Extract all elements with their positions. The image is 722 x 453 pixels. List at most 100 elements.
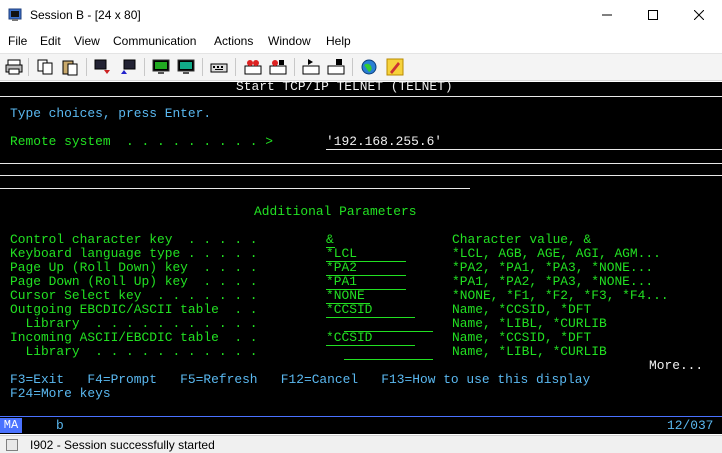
session-status-icon	[6, 439, 18, 451]
field-underline	[344, 359, 433, 360]
send-screen-icon	[94, 59, 110, 74]
macro-step-button[interactable]	[325, 56, 347, 78]
param-help: Character value, &	[452, 232, 592, 247]
send-button[interactable]	[92, 56, 114, 78]
receive-button[interactable]	[117, 56, 139, 78]
oia-mode-indicator: MA	[0, 418, 22, 433]
pencil-icon	[386, 58, 404, 76]
menu-communication[interactable]: Communication	[113, 34, 196, 48]
param-label: Library . . . . . . . . . . .	[10, 344, 258, 359]
param-help: Name, *CCSID, *DFT	[452, 330, 592, 345]
remote-system-underline	[326, 149, 722, 150]
macro-stop-button[interactable]	[267, 56, 289, 78]
menu-edit[interactable]: Edit	[40, 34, 61, 48]
edit-button[interactable]	[384, 56, 406, 78]
window-title: Session B - [24 x 80]	[30, 8, 141, 22]
remote-system-line-2	[0, 163, 722, 164]
param-value[interactable]: *LCL	[326, 247, 357, 261]
param-label: Control character key . . . . .	[10, 232, 258, 247]
globe-icon	[361, 59, 377, 75]
play-icon	[302, 59, 320, 75]
field-underline	[326, 345, 415, 346]
display-2-button[interactable]	[175, 56, 197, 78]
more-indicator: More...	[649, 358, 704, 373]
close-icon	[694, 10, 704, 20]
param-help: *LCL, AGB, AGE, AGI, AGM...	[452, 246, 661, 261]
monitor-icon	[177, 59, 195, 74]
screen-title: Start TCP/IP TELNET (TELNET)	[236, 79, 453, 94]
param-label: Cursor Select key . . . . . . .	[10, 288, 258, 303]
toolbar-separator	[235, 58, 236, 76]
toolbar-separator	[144, 58, 145, 76]
copy-button[interactable]	[34, 56, 56, 78]
section-title: Additional Parameters	[254, 204, 417, 219]
param-value[interactable]: *CCSID	[326, 331, 372, 345]
toolbar-separator	[294, 58, 295, 76]
param-value[interactable]: *NONE	[326, 289, 365, 303]
receive-screen-icon	[121, 59, 136, 74]
param-value[interactable]: *PA2	[326, 261, 357, 275]
param-help: Name, *CCSID, *DFT	[452, 302, 592, 317]
cursor-position: 12/037	[667, 418, 714, 433]
instruction-text: Type choices, press Enter.	[10, 106, 212, 121]
menu-window[interactable]: Window	[268, 34, 311, 48]
menu-view[interactable]: View	[74, 34, 100, 48]
title-bar: Session B - [24 x 80]	[0, 0, 722, 30]
printer-icon	[5, 59, 23, 75]
param-label: Page Up (Roll Down) key . . . .	[10, 260, 258, 275]
terminal-screen[interactable]: Start TCP/IP TELNET (TELNET) Type choice…	[0, 79, 722, 416]
function-keys-line-2: F24=More keys	[10, 386, 111, 401]
status-message: I902 - Session successfully started	[30, 438, 215, 452]
toolbar-separator	[86, 58, 87, 76]
param-help: *PA2, *PA1, *PA3, *NONE...	[452, 260, 654, 275]
monitor-icon	[152, 59, 170, 74]
macro-record-button[interactable]	[242, 56, 264, 78]
macro-play-button[interactable]	[300, 56, 322, 78]
param-label: Page Down (Roll Up) key . . . .	[10, 274, 258, 289]
menu-file[interactable]: File	[8, 34, 27, 48]
operator-info-area: MA b 12/037	[0, 416, 722, 434]
print-screen-button[interactable]	[3, 56, 25, 78]
oia-status-indicator: b	[56, 418, 64, 433]
minimize-button[interactable]	[584, 0, 630, 30]
menu-help[interactable]: Help	[326, 34, 351, 48]
close-button[interactable]	[676, 0, 722, 30]
param-value[interactable]: &	[326, 233, 334, 247]
remote-system-line-3	[0, 175, 722, 176]
function-keys-line-1: F3=Exit F4=Prompt F5=Refresh F12=Cancel …	[10, 372, 591, 387]
param-label: Incoming ASCII/EBCDIC table . .	[10, 330, 258, 345]
maximize-icon	[648, 10, 658, 20]
paste-icon	[62, 60, 78, 76]
param-help: Name, *LIBL, *CURLIB	[452, 344, 607, 359]
param-value[interactable]: *CCSID	[326, 303, 372, 317]
stop-icon	[269, 60, 287, 75]
menu-actions[interactable]: Actions	[214, 34, 253, 48]
record-icon	[244, 60, 262, 75]
remote-system-label: Remote system . . . . . . . . . >	[10, 134, 274, 149]
minimize-icon	[602, 14, 612, 16]
paste-button[interactable]	[59, 56, 81, 78]
copy-icon	[37, 59, 53, 75]
connect-button[interactable]	[358, 56, 380, 78]
remote-system-field[interactable]: '192.168.255.6'	[326, 135, 442, 149]
remote-system-line-4	[0, 188, 470, 189]
status-bar: I902 - Session successfully started	[0, 435, 722, 453]
step-icon	[327, 59, 345, 75]
maximize-button[interactable]	[630, 0, 676, 30]
toolbar	[0, 53, 722, 81]
field-underline	[326, 317, 415, 318]
menu-bar: File Edit View Communication Actions Win…	[0, 31, 722, 51]
param-label: Outgoing EBCDIC/ASCII table . .	[10, 302, 258, 317]
toolbar-separator	[202, 58, 203, 76]
param-help: *PA1, *PA2, *PA3, *NONE...	[452, 274, 654, 289]
param-help: Name, *LIBL, *CURLIB	[452, 316, 607, 331]
param-help: *NONE, *F1, *F2, *F3, *F4...	[452, 288, 669, 303]
toolbar-separator	[28, 58, 29, 76]
param-value[interactable]: *PA1	[326, 275, 357, 289]
keyboard-button[interactable]	[208, 56, 230, 78]
param-label: Keyboard language type . . . . .	[10, 246, 258, 261]
display-button[interactable]	[150, 56, 172, 78]
separator-line	[0, 96, 722, 97]
toolbar-separator	[352, 58, 353, 76]
param-label: Library . . . . . . . . . . .	[10, 316, 258, 331]
